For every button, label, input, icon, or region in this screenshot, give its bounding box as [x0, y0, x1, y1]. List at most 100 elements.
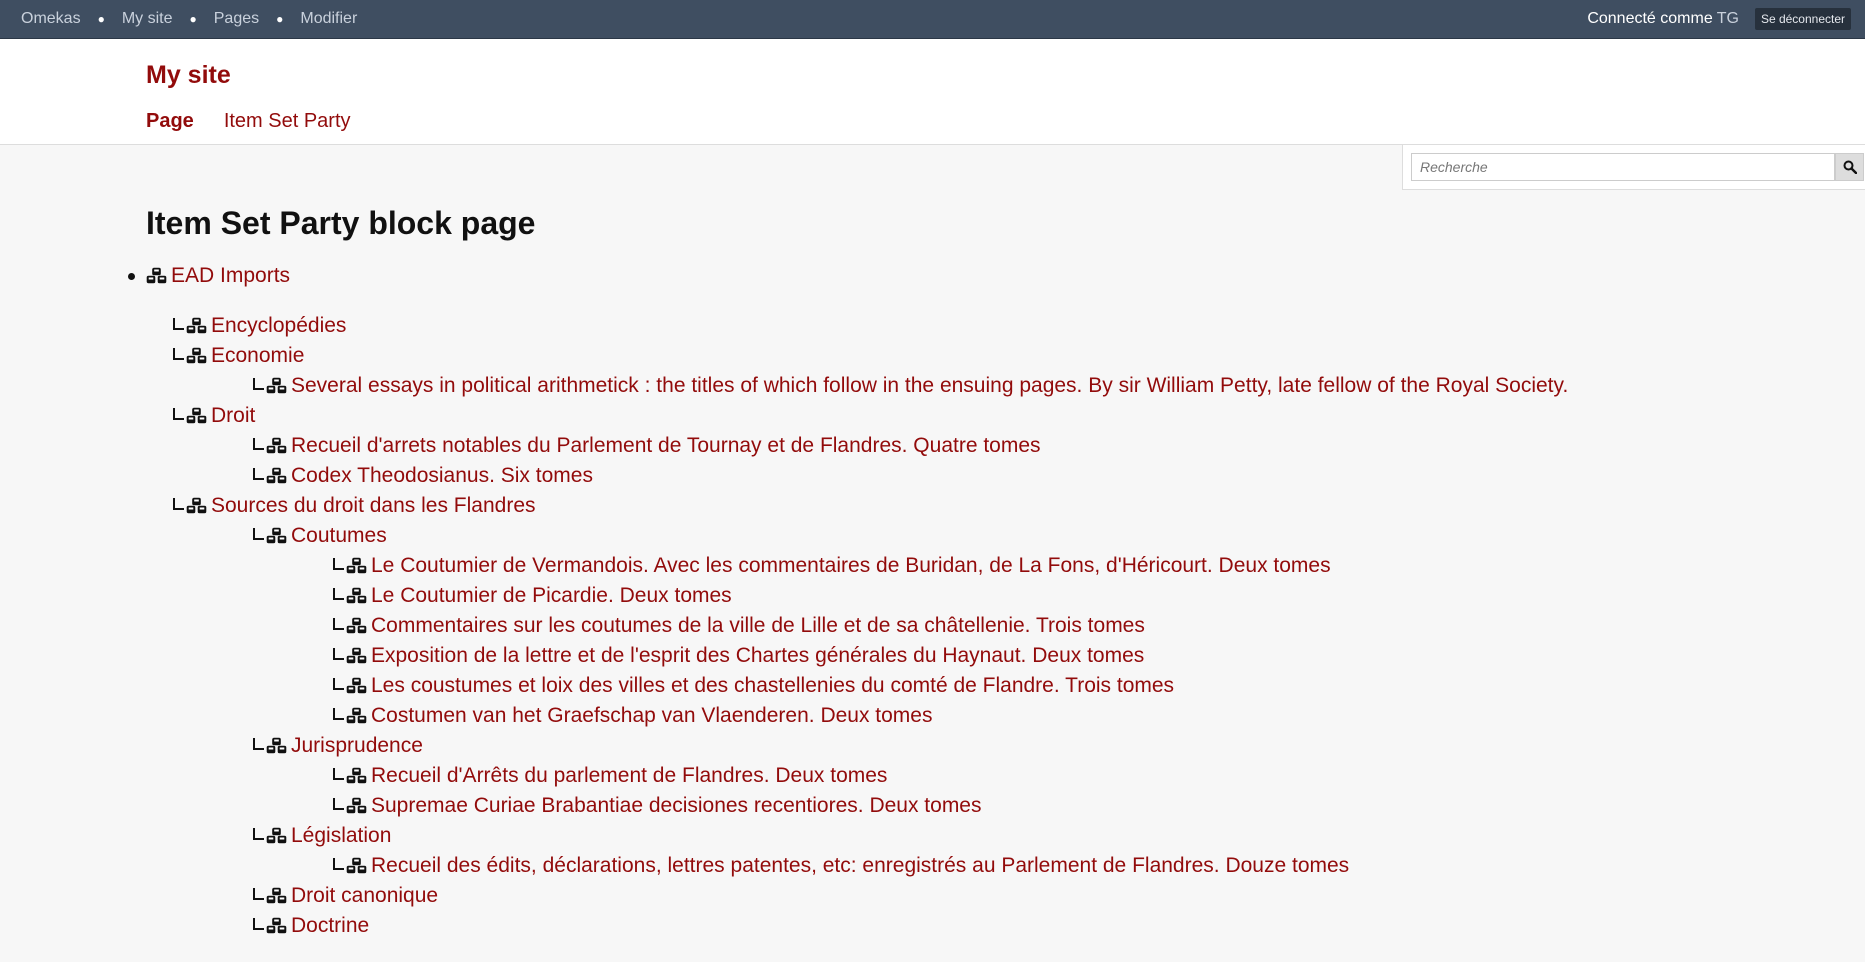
item-set-icon — [186, 347, 208, 365]
tree-item-link[interactable]: Exposition de la lettre et de l'esprit d… — [371, 644, 1144, 668]
item-set-icon — [346, 857, 368, 875]
tree-item: Sources du droit dans les Flandres — [171, 491, 536, 521]
tree-connector — [331, 581, 344, 611]
tree-item-link[interactable]: Le Coutumier de Vermandois. Avec les com… — [371, 554, 1331, 578]
tree-item: Recueil des édits, déclarations, lettres… — [331, 851, 1349, 881]
user-info: Connecté comme TG Se déconnecter — [1587, 8, 1865, 30]
item-set-icon — [346, 587, 368, 605]
tree-item-link[interactable]: Supremae Curiae Brabantiae decisiones re… — [371, 794, 982, 818]
tree-connector — [171, 401, 184, 431]
tree-item-link[interactable]: Recueil d'arrets notables du Parlement d… — [291, 434, 1041, 458]
item-set-icon — [346, 707, 368, 725]
tree-item-link[interactable]: Doctrine — [291, 914, 369, 938]
tree-connector — [331, 791, 344, 821]
tree-connector — [251, 461, 264, 491]
tree-connector — [171, 491, 184, 521]
tree-connector — [331, 551, 344, 581]
tree-connector — [171, 311, 184, 341]
tree-item-link[interactable]: Costumen van het Graefschap van Vlaender… — [371, 704, 932, 728]
tree-item-link[interactable]: Economie — [211, 344, 304, 368]
tree-item-link[interactable]: Sources du droit dans les Flandres — [211, 494, 536, 518]
breadcrumb-modifier[interactable]: Modifier — [300, 10, 357, 28]
site-header: My site Page Item Set Party — [0, 39, 1865, 145]
search-input[interactable] — [1411, 153, 1835, 181]
tree-item-link[interactable]: Several essays in political arithmetick … — [291, 374, 1568, 398]
tree-item: Costumen van het Graefschap van Vlaender… — [331, 701, 932, 731]
search-form — [1402, 145, 1865, 190]
item-set-icon — [346, 617, 368, 635]
admin-bar: Omekas ● My site ● Pages ● Modifier Conn… — [0, 0, 1865, 39]
item-set-icon — [266, 527, 288, 545]
tree-item: Encyclopédies — [171, 311, 346, 341]
tree-item-link[interactable]: Encyclopédies — [211, 314, 346, 338]
tree-item-link[interactable]: Le Coutumier de Picardie. Deux tomes — [371, 584, 732, 608]
breadcrumb-my-site[interactable]: My site — [122, 10, 173, 28]
tree-item-link[interactable]: Droit canonique — [291, 884, 438, 908]
nav-item-page[interactable]: Page — [146, 110, 194, 133]
item-set-icon — [266, 887, 288, 905]
breadcrumb-separator: ● — [276, 12, 284, 26]
tree-item-link[interactable]: Droit — [211, 404, 255, 428]
tree-item: Economie — [171, 341, 304, 371]
tree-connector — [171, 341, 184, 371]
tree-item-link[interactable]: Les coustumes et loix des villes et des … — [371, 674, 1174, 698]
item-set-icon — [346, 767, 368, 785]
tree-item: Supremae Curiae Brabantiae decisiones re… — [331, 791, 982, 821]
tree-item: Codex Theodosianus. Six tomes — [251, 461, 593, 491]
logged-in-label: Connecté comme — [1587, 10, 1713, 27]
item-set-icon — [346, 647, 368, 665]
site-title[interactable]: My site — [146, 61, 231, 90]
tree-item-link[interactable]: Recueil d'Arrêts du parlement de Flandre… — [371, 764, 887, 788]
item-set-icon — [346, 797, 368, 815]
tree-item: Législation — [251, 821, 391, 851]
tree-connector — [331, 641, 344, 671]
tree-item: Droit canonique — [251, 881, 438, 911]
site-nav: Page Item Set Party — [146, 110, 381, 133]
tree-connector — [331, 611, 344, 641]
search-button[interactable] — [1835, 153, 1864, 181]
item-set-icon — [186, 497, 208, 515]
tree-item-link[interactable]: EAD Imports — [171, 264, 290, 288]
tree-connector — [251, 431, 264, 461]
tree-item: Several essays in political arithmetick … — [251, 371, 1568, 401]
item-set-icon — [266, 437, 288, 455]
tree-root-item: EAD Imports — [128, 261, 290, 291]
tree-item-link[interactable]: Commentaires sur les coutumes de la vill… — [371, 614, 1145, 638]
tree-connector — [331, 761, 344, 791]
item-set-icon — [346, 677, 368, 695]
logout-button[interactable]: Se déconnecter — [1754, 8, 1851, 30]
tree-item-link[interactable]: Codex Theodosianus. Six tomes — [291, 464, 593, 488]
tree-item: Recueil d'arrets notables du Parlement d… — [251, 431, 1041, 461]
page-title: Item Set Party block page — [146, 205, 536, 241]
tree-item: Droit — [171, 401, 255, 431]
item-set-icon — [146, 267, 168, 285]
tree-item-link[interactable]: Coutumes — [291, 524, 387, 548]
tree-item: Commentaires sur les coutumes de la vill… — [331, 611, 1145, 641]
tree-item: Le Coutumier de Vermandois. Avec les com… — [331, 551, 1331, 581]
tree-item-link[interactable]: Législation — [291, 824, 391, 848]
tree-item: Exposition de la lettre et de l'esprit d… — [331, 641, 1144, 671]
tree-item-link[interactable]: Recueil des édits, déclarations, lettres… — [371, 854, 1349, 878]
tree-item: Doctrine — [251, 911, 369, 941]
tree-item: Recueil d'Arrêts du parlement de Flandre… — [331, 761, 887, 791]
tree-item: Le Coutumier de Picardie. Deux tomes — [331, 581, 732, 611]
tree-item-link[interactable]: Jurisprudence — [291, 734, 423, 758]
breadcrumb-pages[interactable]: Pages — [214, 10, 259, 28]
tree-connector — [251, 881, 264, 911]
item-set-icon — [266, 737, 288, 755]
item-set-icon — [266, 377, 288, 395]
tree-connector — [331, 671, 344, 701]
tree-item: Coutumes — [251, 521, 387, 551]
user-link[interactable]: TG — [1717, 10, 1739, 28]
tree-connector — [251, 371, 264, 401]
item-set-icon — [186, 407, 208, 425]
tree-connector — [251, 731, 264, 761]
search-icon — [1843, 160, 1857, 174]
item-set-icon — [186, 317, 208, 335]
tree-connector — [251, 911, 264, 941]
nav-item-item-set-party[interactable]: Item Set Party — [224, 110, 351, 133]
breadcrumb-omekas[interactable]: Omekas — [21, 10, 81, 28]
breadcrumb-separator: ● — [97, 12, 105, 26]
item-set-icon — [346, 557, 368, 575]
list-bullet — [128, 273, 135, 280]
